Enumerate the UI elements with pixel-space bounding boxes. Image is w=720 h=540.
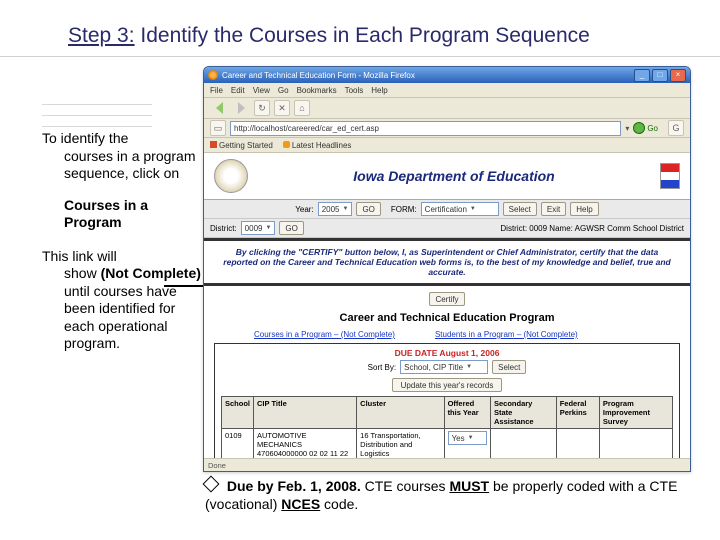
update-records-button[interactable]: Update this year's records	[392, 378, 503, 392]
page-content: Iowa Department of Education Year: 2005▼…	[204, 153, 690, 472]
th-offered: Offered this Year	[444, 397, 490, 429]
dept-title: Iowa Department of Education	[248, 168, 660, 184]
cte-box: DUE DATE August 1, 2006 Sort By: School,…	[214, 343, 680, 472]
district-info: District: 0009 Name: AGWSR Comm School D…	[500, 224, 684, 233]
bookmarks-bar: Getting Started Latest Headlines	[204, 138, 690, 153]
certify-notice: By clicking the "CERTIFY" button below, …	[204, 238, 690, 286]
bookmark-getting-started[interactable]: Getting Started	[210, 141, 273, 150]
para-3-rest: show (Not Complete) until courses have b…	[42, 265, 202, 353]
menu-tools[interactable]: Tools	[345, 86, 364, 95]
window-buttons: _ □ ×	[634, 69, 686, 82]
program-links: Courses in a Program – (Not Complete) St…	[214, 330, 680, 343]
form-label: FORM:	[391, 205, 417, 214]
page-header: Iowa Department of Education	[204, 153, 690, 200]
students-in-program-link[interactable]: Students in a Program – (Not Complete)	[435, 330, 578, 339]
sort-select[interactable]: School, CIP Title▼	[400, 360, 488, 374]
close-button[interactable]: ×	[670, 69, 686, 82]
th-perkins: Federal Perkins	[556, 397, 599, 429]
th-cluster: Cluster	[357, 397, 444, 429]
th-school: School	[222, 397, 254, 429]
back-button[interactable]	[210, 100, 228, 116]
url-field[interactable]: http://localhost/careered/car_ed_cert.as…	[230, 121, 621, 136]
menu-edit[interactable]: Edit	[231, 86, 245, 95]
title-rest: Identify the Courses in Each Program Seq…	[135, 24, 590, 47]
state-flag-icon	[660, 163, 680, 189]
status-bar: Done	[204, 458, 690, 471]
menu-bar: File Edit View Go Bookmarks Tools Help	[204, 83, 690, 98]
url-row: ▭ http://localhost/careered/car_ed_cert.…	[204, 119, 690, 138]
forward-button[interactable]	[232, 100, 250, 116]
title-rule	[0, 56, 720, 57]
help-button[interactable]: Help	[570, 202, 598, 216]
sort-row: Sort By: School, CIP Title▼ Select	[221, 358, 673, 378]
titlebar: Career and Technical Education Form - Mo…	[204, 67, 690, 83]
firefox-icon	[208, 70, 218, 80]
maximize-button[interactable]: □	[652, 69, 668, 82]
th-cip: CIP Title	[254, 397, 357, 429]
offered-select[interactable]: Yes▼	[448, 431, 487, 445]
district-toolbar: District: 0009▼ GO District: 0009 Name: …	[204, 219, 690, 238]
bookmark-latest-headlines[interactable]: Latest Headlines	[283, 141, 352, 150]
th-sec-state: Secondary State Assistance	[491, 397, 557, 429]
para-2: Courses in a Program	[42, 197, 202, 232]
para-1-rest: courses in a program sequence, click on	[42, 148, 202, 183]
menu-bookmarks[interactable]: Bookmarks	[297, 86, 337, 95]
menu-help[interactable]: Help	[371, 86, 387, 95]
form-toolbar: Year: 2005▼ GO FORM: Certification▼ Sele…	[204, 200, 690, 219]
must-emph: MUST	[449, 478, 489, 494]
status-text: Done	[208, 461, 226, 470]
courses-in-program-link[interactable]: Courses in a Program – (Not Complete)	[254, 330, 395, 339]
diamond-bullet-icon	[203, 476, 220, 493]
year-go-button[interactable]: GO	[356, 202, 380, 216]
home-icon[interactable]: ⌂	[294, 100, 310, 116]
form-select-button[interactable]: Select	[503, 202, 537, 216]
para-3: This link will show (Not Complete) until…	[42, 248, 202, 353]
nces-emph: NCES	[281, 496, 320, 512]
menu-go[interactable]: Go	[278, 86, 289, 95]
form-select[interactable]: Certification▼	[421, 202, 499, 216]
para-3-lead: This link will	[42, 248, 117, 264]
bottom-note: Due by Feb. 1, 2008. CTE courses MUST be…	[205, 478, 695, 513]
exit-button[interactable]: Exit	[541, 202, 566, 216]
go-button[interactable]: Go	[633, 122, 658, 134]
table-header-row: School CIP Title Cluster Offered this Ye…	[222, 397, 673, 429]
district-label: District:	[210, 224, 237, 233]
search-icon[interactable]: G	[668, 120, 684, 136]
cte-heading: Career and Technical Education Program	[214, 310, 680, 330]
district-select[interactable]: 0009▼	[241, 221, 276, 235]
cte-section: Certify Career and Technical Education P…	[204, 286, 690, 472]
slide: Step 3: Identify the Courses in Each Pro…	[0, 0, 720, 540]
title-step: Step 3:	[68, 24, 135, 47]
district-go-button[interactable]: GO	[279, 221, 303, 235]
browser-window: Career and Technical Education Form - Mo…	[203, 66, 691, 472]
th-survey: Program Improvement Survey	[599, 397, 672, 429]
sort-select-button[interactable]: Select	[492, 360, 526, 374]
left-text-column: To identify the courses in a program seq…	[42, 130, 202, 353]
due-date: DUE DATE August 1, 2006	[221, 348, 673, 358]
para-1: To identify the courses in a program seq…	[42, 130, 202, 183]
year-select[interactable]: 2005▼	[318, 202, 353, 216]
reload-icon[interactable]: ↻	[254, 100, 270, 116]
window-title: Career and Technical Education Form - Mo…	[222, 71, 415, 80]
certify-button[interactable]: Certify	[429, 292, 464, 306]
nav-toolbar: ↻ ✕ ⌂	[204, 98, 690, 119]
menu-view[interactable]: View	[253, 86, 270, 95]
para-1-lead: To identify the	[42, 130, 128, 146]
minimize-button[interactable]: _	[634, 69, 650, 82]
stop-icon[interactable]: ✕	[274, 100, 290, 116]
year-label: Year:	[295, 205, 313, 214]
page-icon: ▭	[210, 120, 226, 136]
state-seal-icon	[214, 159, 248, 193]
sort-label: Sort By:	[368, 363, 396, 372]
due-lead: Due by Feb. 1, 2008.	[227, 478, 361, 494]
menu-file[interactable]: File	[210, 86, 223, 95]
slide-title: Step 3: Identify the Courses in Each Pro…	[68, 24, 590, 48]
